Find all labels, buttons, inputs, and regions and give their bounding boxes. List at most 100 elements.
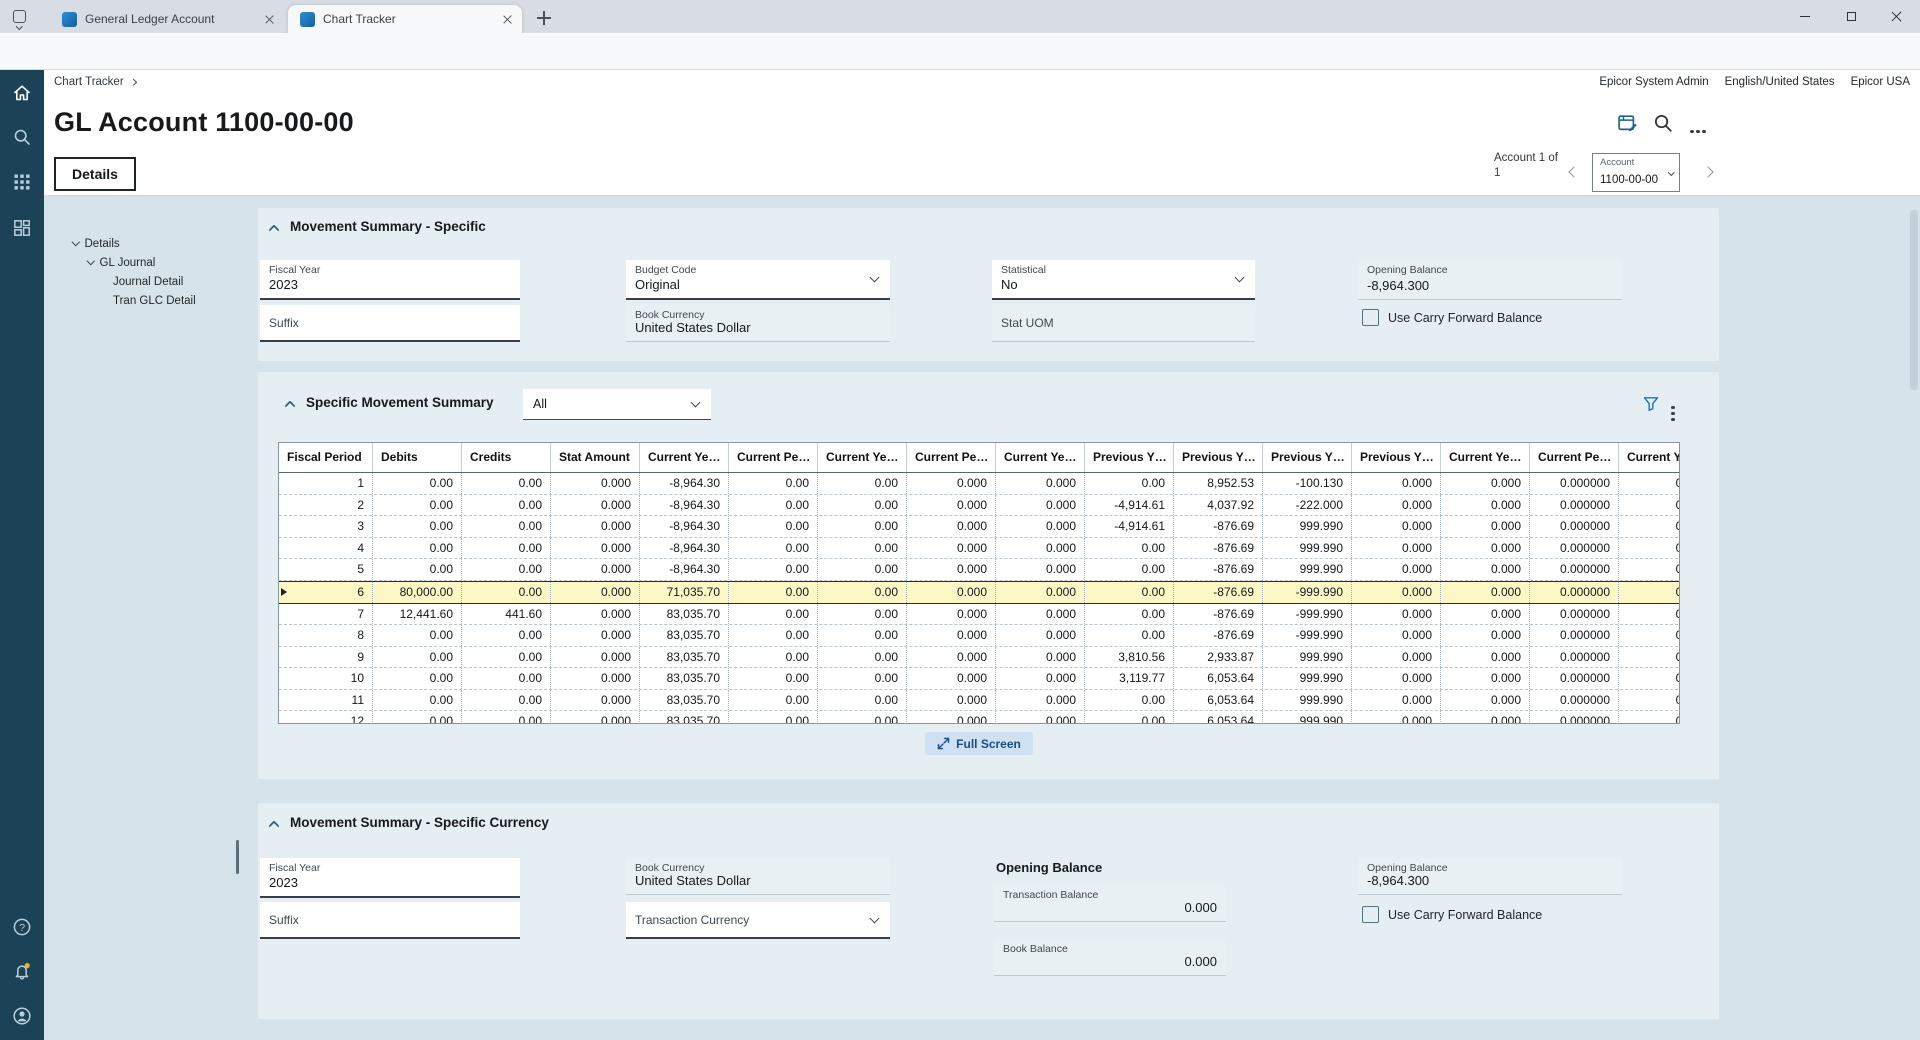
notifications-bell-icon[interactable] [12,961,32,981]
previous-record-icon[interactable] [1568,166,1579,177]
next-record-icon[interactable] [1702,166,1713,177]
close-tab-icon[interactable] [502,14,513,25]
grid-overflow-button[interactable] [1671,396,1687,412]
grid-row-6[interactable]: 680,000.000.000.00071,035.700.000.000.00… [279,581,1680,604]
new-tab-button[interactable] [534,8,554,28]
grid-column-header[interactable]: Current Pe… [907,443,996,472]
search-icon[interactable] [1652,112,1674,134]
breadcrumb[interactable]: Chart Tracker [54,76,135,88]
page-overflow-button[interactable] [1690,120,1712,142]
collapse-section-icon[interactable] [268,820,279,831]
grid-row-1[interactable]: 10.000.000.000-8,964.300.000.000.0000.00… [279,473,1680,495]
close-tab-icon[interactable] [264,14,275,25]
current-user[interactable]: Epicor System Admin [1599,76,1708,88]
panel-resize-handle[interactable] [236,840,239,874]
grid-row-11[interactable]: 110.000.000.00083,035.700.000.000.0000.0… [279,690,1680,712]
field-value: All [533,397,547,411]
grid-cell: 9 [279,647,373,668]
grid-cell: 0.000 [996,582,1085,603]
grid-column-header[interactable]: Previous Y… [1263,443,1352,472]
transaction-currency-dropdown[interactable]: Transaction Currency [626,902,890,939]
rail-dashboard-icon[interactable] [12,218,32,238]
grid-column-header[interactable]: Current Ye… [640,443,729,472]
grid-cell: 4 [279,538,373,559]
grid-cell: 0.000000 [1530,604,1619,625]
grid-row-4[interactable]: 40.000.000.000-8,964.300.000.000.0000.00… [279,538,1680,560]
fiscal-year-field[interactable]: Fiscal Year 2023 [260,858,520,898]
rail-apps-grid-icon[interactable] [12,172,32,192]
statistical-dropdown[interactable]: Statistical No [992,260,1255,300]
page-tab-details[interactable]: Details [54,157,136,191]
grid-row-12[interactable]: 120.000.000.00083,035.700.000.000.0000.0… [279,711,1680,724]
use-carry-forward-checkbox-row[interactable]: Use Carry Forward Balance [1362,309,1542,326]
grid-row-3[interactable]: 30.000.000.000-8,964.300.000.000.0000.00… [279,516,1680,538]
field-value: No [1001,277,1018,292]
window-minimize-button[interactable] [1782,0,1828,33]
grid-row-9[interactable]: 90.000.000.00083,035.700.000.000.0000.00… [279,647,1680,669]
grid-column-header[interactable]: Previous Y… [1085,443,1174,472]
collapse-section-icon[interactable] [268,224,279,235]
window-close-button[interactable] [1874,0,1920,33]
grid-column-header[interactable]: Current Pe… [729,443,818,472]
fiscal-year-field[interactable]: Fiscal Year 2023 [260,260,520,300]
grid-cell: -876.69 [1174,559,1263,580]
tree-item-journal-detail[interactable]: Journal Detail [60,272,240,291]
suffix-field[interactable]: Suffix [260,902,520,939]
grid-cell: -8,964.30 [640,495,729,516]
grid-column-header[interactable]: Current Ye… [818,443,907,472]
grid-column-header[interactable]: Fiscal Period [279,443,373,472]
chevron-down-icon [1235,273,1245,283]
checkbox-unchecked-icon[interactable] [1362,309,1379,326]
grid-cell: 0.00 [462,559,551,580]
tree-item-tran-glc-detail[interactable]: Tran GLC Detail [60,291,240,310]
grid-row-10[interactable]: 100.000.000.00083,035.700.000.000.0000.0… [279,668,1680,690]
budget-code-dropdown[interactable]: Budget Code Original [626,260,890,300]
movement-grid[interactable]: Fiscal PeriodDebitsCreditsStat AmountCur… [278,442,1680,724]
grid-column-header[interactable]: Previous Y… [1174,443,1263,472]
browser-tab-general-ledger[interactable]: General Ledger Account [50,5,284,33]
layout-editor-icon[interactable] [1616,112,1638,134]
use-carry-forward-checkbox-row[interactable]: Use Carry Forward Balance [1362,906,1542,923]
grid-cell: 999.990 [1263,516,1352,537]
account-person-icon[interactable] [12,1006,32,1026]
grid-row-7[interactable]: 712,441.60441.600.00083,035.700.000.000.… [279,604,1680,626]
grid-column-header[interactable]: Previous Y… [1352,443,1441,472]
grid-column-header[interactable]: Credits [462,443,551,472]
grid-cell: 8,952.53 [1174,473,1263,494]
grid-row-5[interactable]: 50.000.000.000-8,964.300.000.000.0000.00… [279,559,1680,581]
help-icon[interactable]: ? [12,917,32,937]
language-selector[interactable]: English/United States [1725,76,1835,88]
grid-cell: 0.00 [373,516,462,537]
grid-filter-dropdown[interactable]: All [523,389,711,420]
rail-search-icon[interactable] [12,127,32,147]
grid-cell: 0.000 [996,647,1085,668]
window-restore-button[interactable] [1828,0,1874,33]
grid-row-2[interactable]: 20.000.000.000-8,964.300.000.000.0000.00… [279,495,1680,517]
grid-column-header[interactable]: Current Pe… [1530,443,1619,472]
browser-tab-chart-tracker[interactable]: Chart Tracker [288,5,522,33]
breadcrumb-root[interactable]: Chart Tracker [54,76,124,88]
grid-column-header[interactable]: Stat Amount [551,443,640,472]
tab-actions-button[interactable] [12,8,30,26]
full-screen-button[interactable]: Full Screen [925,732,1033,755]
company-selector[interactable]: Epicor USA [1851,76,1910,88]
account-selector-value: 1100-00-00 [1600,174,1658,186]
tree-item-details[interactable]: Details [60,234,240,253]
grid-row-8[interactable]: 80.000.000.00083,035.700.000.000.0000.00… [279,625,1680,647]
grid-column-header[interactable]: Debits [373,443,462,472]
grid-cell: 0.000 [551,604,640,625]
grid-column-header[interactable]: Current Ye… [1441,443,1530,472]
tree-item-gl-journal[interactable]: GL Journal [60,253,240,272]
grid-cell: -999.990 [1263,582,1352,603]
tree-panel: DetailsGL JournalJournal DetailTran GLC … [60,234,240,310]
collapse-section-icon[interactable] [284,400,295,411]
suffix-field[interactable]: Suffix [260,305,520,342]
filter-funnel-icon[interactable] [1643,396,1659,412]
grid-cell: 0.000 [551,647,640,668]
grid-column-header[interactable]: Current Ye… [996,443,1085,472]
page-scrollbar-thumb[interactable] [1910,210,1918,390]
account-selector[interactable]: Account 1100-00-00 [1592,153,1680,192]
rail-home-icon[interactable] [12,83,32,103]
grid-column-header[interactable]: Current Y… [1619,443,1680,472]
checkbox-unchecked-icon[interactable] [1362,906,1379,923]
